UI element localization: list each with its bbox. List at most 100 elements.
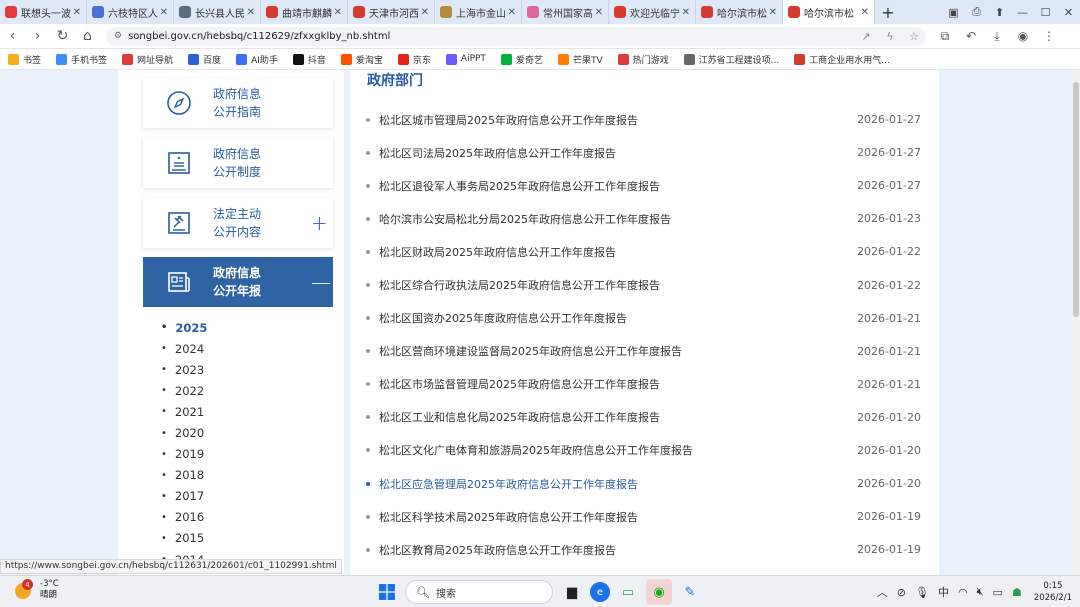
browser-tab[interactable]: 曲靖市麒麟 ✕ — [261, 0, 348, 24]
scrollbar-thumb[interactable] — [1073, 82, 1079, 317]
clock[interactable]: 0:15 2026/2/1 — [1034, 580, 1072, 604]
account-avatar[interactable]: ◉ — [1010, 29, 1036, 44]
weather-widget[interactable]: 4 -3°C 晴朗 — [14, 579, 59, 601]
report-link[interactable]: 松北区综合行政执法局2025年政府信息公开工作年度报告 — [379, 277, 847, 293]
microphone-icon[interactable]: 🎙︎ — [915, 586, 929, 599]
browser-tab[interactable]: 哈尔滨市松 ✕ — [696, 0, 783, 24]
tab-close-icon[interactable]: ✕ — [595, 7, 603, 18]
year-item[interactable]: 2025 — [161, 317, 207, 338]
report-link[interactable]: 松北区工业和信息化局2025年政府信息公开工作年度报告 — [379, 409, 847, 425]
page-scrollbar[interactable] — [1072, 70, 1080, 575]
year-item[interactable]: 2023 — [161, 359, 207, 380]
wechat-icon[interactable]: ◉ — [646, 579, 672, 605]
tab-close-icon[interactable]: ✕ — [73, 7, 81, 18]
back-button[interactable]: ‹ — [0, 28, 25, 44]
bookmark-item[interactable]: 爱淘宝 — [340, 53, 383, 66]
nav-guide[interactable]: 政府信息 公开指南 — [143, 78, 333, 128]
report-link[interactable]: 哈尔滨市公安局松北分局2025年政府信息公开工作年度报告 — [379, 211, 847, 227]
bookmark-item[interactable]: 京东 — [397, 53, 431, 66]
tray-overflow-icon[interactable]: ︿ — [877, 584, 888, 600]
app-tool-icon[interactable]: ✎ — [677, 579, 703, 605]
report-link[interactable]: 松北区国资办2025年度政府信息公开工作年度报告 — [379, 310, 847, 326]
browser-tab[interactable]: 天津市河西 ✕ — [348, 0, 435, 24]
year-item[interactable]: 2019 — [161, 444, 207, 465]
menu-icon[interactable]: ⋮ — [1036, 29, 1062, 44]
tab-close-icon[interactable]: ✕ — [682, 7, 690, 18]
year-item[interactable]: 2016 — [161, 507, 207, 528]
bookmark-item[interactable]: 热门游戏 — [617, 53, 669, 66]
report-link[interactable]: 松北区营商环境建设监督局2025年政府信息公开工作年度报告 — [379, 343, 847, 359]
tab-close-icon[interactable]: ✕ — [861, 7, 869, 18]
year-item[interactable]: 2017 — [161, 486, 207, 507]
battery-icon[interactable]: ▭ — [993, 586, 1003, 599]
report-link[interactable]: 松北区文化广电体育和旅游局2025年政府信息公开工作年度报告 — [379, 442, 847, 458]
close-window-button[interactable]: ✕ — [1057, 6, 1080, 19]
tab-close-icon[interactable]: ✕ — [769, 7, 777, 18]
pin-icon[interactable]: ⬆ — [988, 6, 1011, 19]
bookmark-item[interactable]: 手机书签 — [56, 53, 107, 66]
print-icon[interactable]: ⎙ — [965, 5, 988, 19]
year-item[interactable]: 2020 — [161, 422, 207, 443]
browser-tab[interactable]: 长兴县人民 ✕ — [174, 0, 261, 24]
year-item[interactable]: 2018 — [161, 465, 207, 486]
tab-actions-icon[interactable]: ▣ — [942, 6, 965, 19]
bookmark-item[interactable]: 芒果TV — [557, 53, 603, 66]
maximize-button[interactable]: ☐ — [1034, 6, 1057, 19]
nav-system[interactable]: 政府信息 公开制度 — [143, 138, 333, 188]
tab-close-icon[interactable]: ✕ — [160, 7, 168, 18]
browser-tab[interactable]: 联想头一波 ✕ — [0, 0, 87, 24]
wifi-icon[interactable]: ◠ — [958, 586, 968, 599]
home-button[interactable]: ⌂ — [75, 28, 100, 44]
bookmark-item[interactable]: AiPPT — [445, 53, 486, 65]
report-link[interactable]: 松北区司法局2025年政府信息公开工作年度报告 — [379, 145, 847, 161]
tray-app-icon[interactable]: ☗ — [1012, 586, 1022, 599]
windows-start-icon[interactable] — [374, 579, 400, 605]
tab-close-icon[interactable]: ✕ — [247, 7, 255, 18]
bookmark-item[interactable]: 工商企业用水用气... — [794, 53, 890, 66]
tab-close-icon[interactable]: ✕ — [421, 7, 429, 18]
report-link[interactable]: 松北区财政局2025年政府信息公开工作年度报告 — [379, 244, 847, 260]
download-icon[interactable]: ⤓ — [984, 29, 1010, 44]
forward-button[interactable]: › — [25, 28, 50, 44]
year-item[interactable]: 2021 — [161, 401, 207, 422]
lightning-icon[interactable]: ϟ — [878, 30, 902, 43]
bookmark-item[interactable]: 网址导航 — [122, 53, 173, 66]
blocked-icon[interactable]: ⊘ — [897, 586, 906, 599]
browser-tab[interactable]: 六枝特区人 ✕ — [87, 0, 174, 24]
reload-button[interactable]: ↻ — [50, 28, 75, 44]
browser-taskbar-icon[interactable]: e — [590, 582, 610, 602]
bookmark-item[interactable]: 抖音 — [292, 53, 326, 66]
browser-tab[interactable]: 哈尔滨市松 ✕ — [783, 0, 875, 24]
nav-annual-report[interactable]: 政府信息 公开年报 — — [143, 257, 333, 307]
nav-statutory-content[interactable]: 法定主动 公开内容 + — [143, 198, 333, 248]
report-link[interactable]: 松北区教育局2025年政府信息公开工作年度报告 — [379, 542, 847, 558]
bookmark-item[interactable]: 百度 — [188, 53, 221, 66]
bookmark-item[interactable]: 江苏省工程建设项... — [683, 53, 779, 66]
site-info-icon[interactable]: ⚙ — [114, 31, 122, 41]
report-link[interactable]: 松北区退役军人事务局2025年政府信息公开工作年度报告 — [379, 178, 847, 194]
task-view-icon[interactable]: ▆ — [559, 579, 585, 605]
expand-plus-icon[interactable]: + — [311, 211, 328, 235]
collapse-minus-icon[interactable]: — — [311, 270, 331, 294]
year-item[interactable]: 2015 — [161, 528, 207, 549]
url-field[interactable]: ⚙ songbei.gov.cn/hebsbq/c112629/zfxxgklb… — [106, 26, 926, 46]
tab-close-icon[interactable]: ✕ — [334, 7, 342, 18]
bookmark-item[interactable]: AI助手 — [236, 53, 278, 66]
taskbar-search[interactable]: 🔍︎ 搜索 — [405, 580, 553, 604]
browser-tab[interactable]: 常州国家高 ✕ — [522, 0, 609, 24]
year-item[interactable]: 2022 — [161, 380, 207, 401]
report-link[interactable]: 松北区科学技术局2025年政府信息公开工作年度报告 — [379, 509, 847, 525]
extensions-icon[interactable]: ⧉ — [932, 29, 958, 44]
report-link[interactable]: 松北区市场监督管理局2025年政府信息公开工作年度报告 — [379, 376, 847, 392]
new-tab-button[interactable]: + — [875, 3, 901, 22]
report-link[interactable]: 松北区城市管理局2025年政府信息公开工作年度报告 — [379, 112, 847, 128]
minimize-button[interactable]: — — [1011, 6, 1034, 19]
share-icon[interactable]: ↗ — [854, 30, 878, 43]
remote-desktop-icon[interactable]: ▭ — [615, 579, 641, 605]
star-bookmark-icon[interactable]: ☆ — [902, 30, 926, 43]
year-item[interactable]: 2024 — [161, 338, 207, 359]
bookmark-item[interactable]: 爱奇艺 — [500, 53, 543, 66]
browser-tab[interactable]: 上海市金山 ✕ — [435, 0, 522, 24]
report-link[interactable]: 松北区应急管理局2025年政府信息公开工作年度报告 — [379, 476, 847, 492]
tab-close-icon[interactable]: ✕ — [508, 7, 516, 18]
